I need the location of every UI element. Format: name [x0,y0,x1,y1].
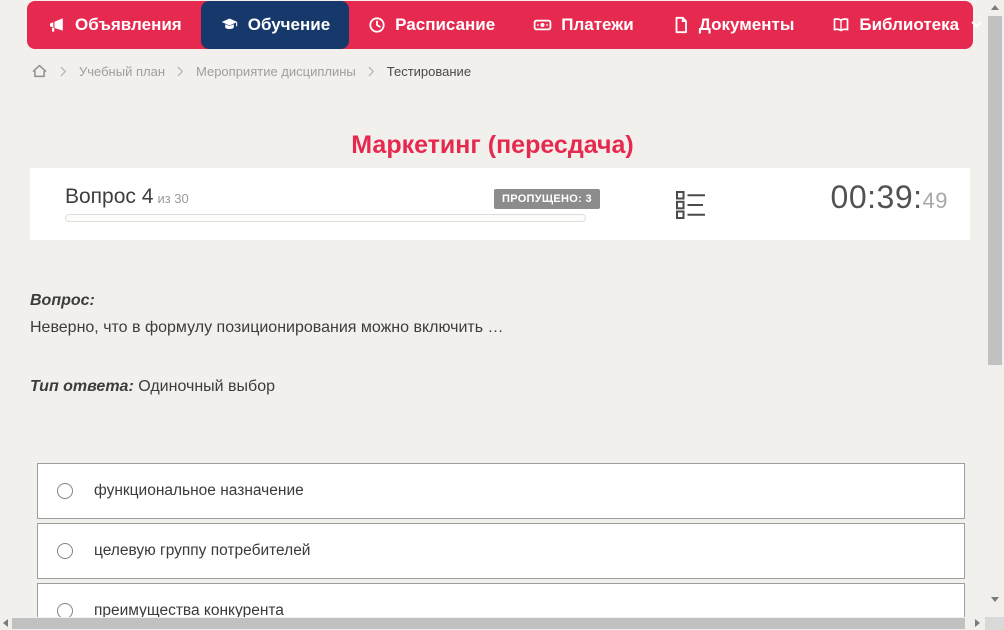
option-label: целевую группу потребителей [94,542,311,559]
clock-icon [369,17,385,33]
megaphone-icon [50,18,63,32]
timer: 00:39:49 [831,179,948,216]
breadcrumb-link-discipline-event[interactable]: Мероприятие дисциплины [196,64,356,79]
nav-item-payments[interactable]: Платежи [514,1,653,49]
question-number-text: Вопрос 4 [65,185,154,208]
nav-item-documents[interactable]: Документы [653,1,814,49]
option-label: преимущества конкурента [94,602,284,617]
list-icon [676,191,705,219]
scroll-left-button[interactable] [3,619,8,627]
home-icon[interactable] [31,63,48,79]
document-icon [675,16,687,34]
nav-item-label: Обучение [247,15,331,34]
question-count: из 30 [157,191,189,206]
answer-type: Тип ответа: Одиночный выбор [30,378,950,396]
chevron-down-icon [971,21,982,28]
horizontal-scrollbar[interactable] [0,617,985,630]
scrollbar-corner [985,617,1004,630]
breadcrumb-link-curriculum[interactable]: Учебный план [79,64,165,79]
nav-item-label: Расписание [395,15,496,34]
question-header-card: Вопрос 4 из 30 ПРОПУЩЕНО: 3 00:39:49 [30,168,970,240]
skipped-badge: ПРОПУЩЕНО: 3 [494,189,600,209]
question-progressbar [65,214,586,222]
timer-main: 00:39: [830,179,923,215]
question-list-button[interactable] [673,187,709,223]
nav-item-announcements[interactable]: Объявления [29,1,201,49]
nav-item-label: Документы [698,15,795,34]
horizontal-scroll-thumb[interactable] [12,618,965,629]
question-text: Неверно, что в формулу позиционирования … [30,319,504,336]
nav-item-label: Библиотека [859,15,960,34]
nav-item-schedule[interactable]: Расписание [349,1,514,49]
page-title: Маркетинг (пересдача) [351,130,634,159]
nav-item-library[interactable]: Библиотека [813,1,985,49]
scroll-up-button[interactable] [991,5,999,10]
vertical-scroll-thumb[interactable] [988,16,1002,365]
answer-option[interactable]: преимущества конкурента [37,583,965,617]
nav-item-label: Платежи [561,15,634,34]
option-label: функциональное назначение [94,482,304,499]
answer-options: функциональное назначение целевую группу… [37,463,965,617]
answer-type-value: Одиночный выбор [138,378,275,395]
radio-button[interactable] [57,483,73,499]
radio-button[interactable] [57,543,73,559]
scroll-right-button[interactable] [975,619,980,627]
question-block: Вопрос: Неверно, что в формулу позициони… [30,292,950,396]
graduation-cap-icon [221,18,238,30]
timer-seconds: 49 [922,188,948,213]
page-content: Объявления Обучение Расписание Платежи Д… [0,0,985,617]
answer-option[interactable]: целевую группу потребителей [37,523,965,579]
breadcrumb-chevron-icon [368,65,374,77]
breadcrumb: Учебный план Мероприятие дисциплины Тест… [31,63,471,79]
scroll-down-button[interactable] [991,597,999,602]
vertical-scrollbar[interactable] [985,0,1004,617]
breadcrumb-current-testing: Тестирование [386,63,472,79]
nav-item-learning[interactable]: Обучение [200,1,350,49]
book-icon [834,18,849,32]
main-navbar: Объявления Обучение Расписание Платежи Д… [27,1,982,49]
radio-button[interactable] [57,603,73,617]
question-number: Вопрос 4 из 30 [65,185,189,209]
nav-item-label: Объявления [75,15,182,34]
answer-type-label: Тип ответа: [30,378,134,395]
breadcrumb-chevron-icon [177,65,184,77]
question-label: Вопрос: [30,292,95,309]
answer-option[interactable]: функциональное назначение [37,463,965,519]
breadcrumb-chevron-icon [60,65,67,77]
banknote-icon [533,19,552,31]
